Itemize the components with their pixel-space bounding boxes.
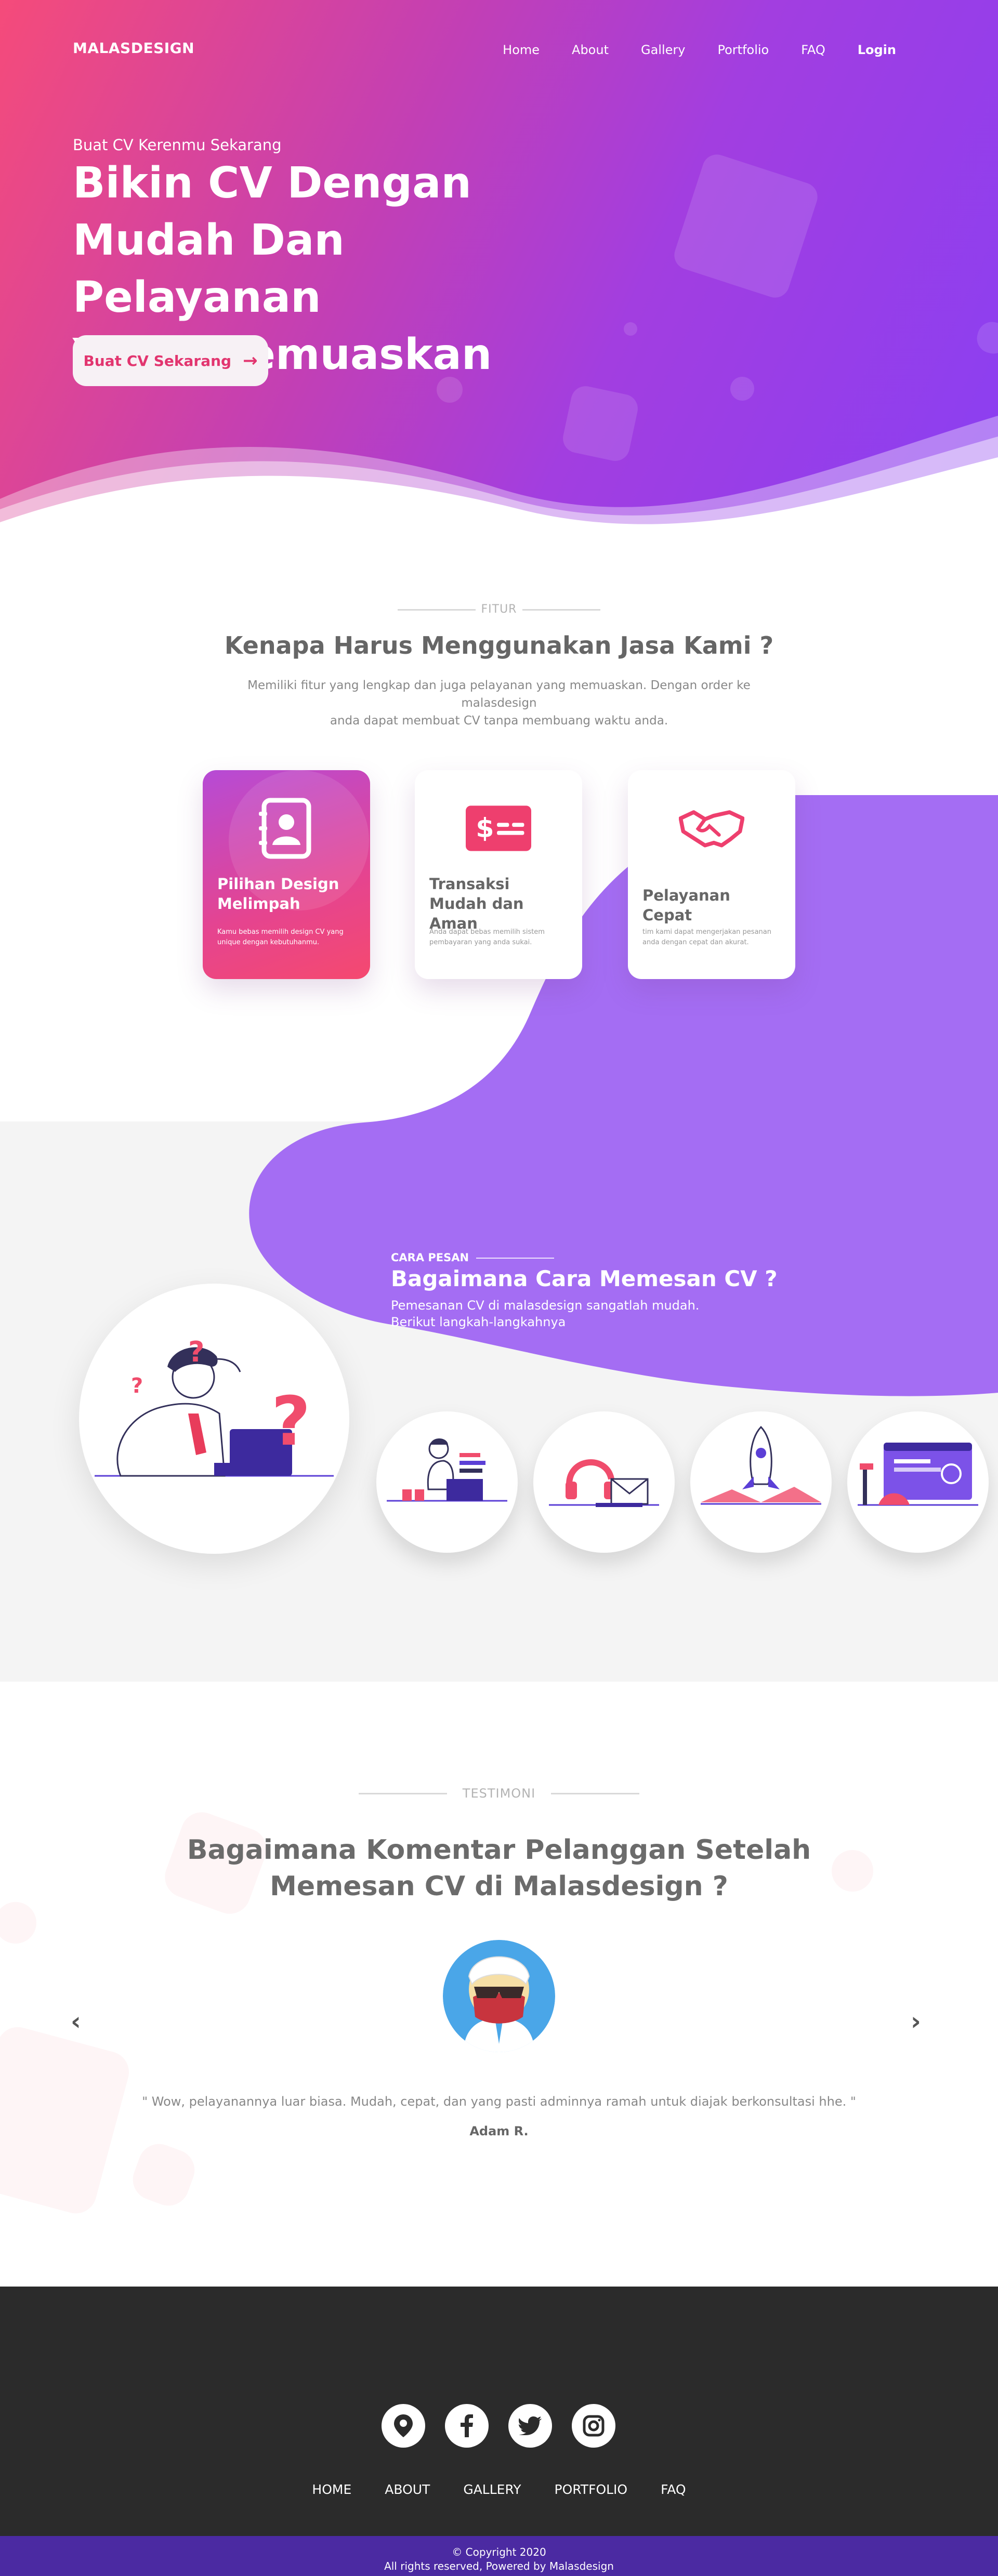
twitter-icon[interactable] — [508, 2404, 552, 2448]
hero-wave — [0, 416, 998, 540]
nav-home[interactable]: Home — [503, 43, 540, 57]
main-menu: Home About Gallery Portfolio FAQ Login — [470, 43, 896, 57]
fitur-description-line: anda dapat membuat CV tanpa membuang wak… — [330, 714, 668, 728]
decorative-square — [127, 2138, 201, 2212]
powered-by-text: All rights reserved, Powered by Malasdes… — [384, 2560, 614, 2572]
svg-text:?: ? — [271, 1382, 310, 1461]
nav-portfolio[interactable]: Portfolio — [717, 43, 769, 57]
feature-card-text: Kamu bebas memilih design CV yang unique… — [217, 928, 344, 946]
step-3-rocket-illustration — [690, 1411, 832, 1553]
location-pin-icon[interactable] — [382, 2404, 425, 2448]
fitur-description-line: Memiliki fitur yang lengkap dan juga pel… — [247, 679, 751, 710]
instagram-icon[interactable] — [572, 2404, 615, 2448]
footer-link-about[interactable]: ABOUT — [385, 2482, 430, 2497]
testimoni-kicker: TESTIMONI — [462, 1786, 536, 1801]
decorative-square — [671, 151, 821, 301]
testimonial-author: Adam R. — [469, 2124, 529, 2138]
footer-link-gallery[interactable]: GALLERY — [463, 2482, 521, 2497]
step-2-message-illustration — [533, 1411, 675, 1553]
feature-card-design[interactable]: Pilihan Design Melimpah Kamu bebas memil… — [203, 770, 370, 979]
hero-title-line: Bikin CV Dengan — [73, 158, 471, 208]
divider — [476, 1258, 554, 1259]
create-cv-button-label: Buat CV Sekarang — [83, 352, 232, 369]
testimoni-title-line: Memesan CV di Malasdesign ? — [270, 1871, 728, 1902]
step-4-website-illustration — [847, 1411, 989, 1553]
handshake-icon — [679, 797, 744, 860]
site-logo[interactable]: MALASDESIGN — [73, 39, 194, 57]
feature-card-transaction[interactable]: $ Transaksi Mudah dan Aman Anda dapat be… — [415, 770, 582, 979]
feature-card-text: Anda dapat bebas memilih sistem pembayar… — [429, 928, 545, 946]
nav-login[interactable]: Login — [858, 43, 896, 57]
svg-text:?: ? — [131, 1374, 143, 1398]
hero-title-line: Mudah Dan Pelayanan — [73, 216, 345, 322]
cara-description: Pemesanan CV di malasdesign sangatlah mu… — [391, 1297, 703, 1330]
svg-text:?: ? — [188, 1336, 204, 1368]
customer-avatar — [443, 1940, 555, 2052]
decorative-square — [622, 321, 639, 337]
cara-description-line: Berikut langkah-langkahnya — [391, 1315, 566, 1329]
money-card-icon: $ — [466, 797, 531, 860]
feature-card-title: Transaksi Mudah dan Aman — [429, 875, 524, 932]
feature-card-text: tim kami dapat mengerjakan pesanan anda … — [642, 928, 771, 946]
hero-subtitle: Buat CV Kerenmu Sekarang — [73, 136, 282, 154]
confused-person-illustration: ? ? ? — [79, 1284, 349, 1554]
arrow-right-icon: → — [243, 350, 258, 371]
fitur-description: Memiliki fitur yang lengkap dan juga pel… — [208, 677, 790, 730]
feature-card-title: Pilihan Design Melimpah — [217, 875, 339, 913]
copyright-bar: © Copyright 2020 All rights reserved, Po… — [0, 2536, 998, 2576]
decorative-square — [0, 2022, 134, 2218]
nav-about[interactable]: About — [572, 43, 609, 57]
feature-card-title: Pelayanan Cepat — [642, 887, 730, 924]
cara-title: Bagaimana Cara Memesan CV ? — [391, 1266, 778, 1291]
testimoni-title-line: Bagaimana Komentar Pelanggan Setelah — [187, 1834, 811, 1866]
footer — [0, 2287, 998, 2536]
nav-gallery[interactable]: Gallery — [641, 43, 685, 57]
copyright-text: © Copyright 2020 — [452, 2546, 546, 2558]
testimonial-quote: " Wow, pelayanannya luar biasa. Mudah, c… — [142, 2094, 856, 2109]
footer-link-portfolio[interactable]: PORTFOLIO — [555, 2482, 628, 2497]
facebook-icon[interactable] — [445, 2404, 489, 2448]
cara-kicker: CARA PESAN — [391, 1251, 469, 1264]
footer-link-faq[interactable]: FAQ — [661, 2482, 686, 2497]
top-navbar: MALASDESIGN Home About Gallery Portfolio… — [0, 0, 998, 104]
chevron-left-icon[interactable]: ‹ — [71, 2007, 81, 2036]
feature-card-service[interactable]: Pelayanan Cepat tim kami dapat mengerjak… — [628, 770, 795, 979]
footer-link-home[interactable]: HOME — [312, 2482, 351, 2497]
hero-section: MALASDESIGN Home About Gallery Portfolio… — [0, 0, 998, 540]
fitur-kicker: FITUR — [481, 603, 517, 616]
nav-faq[interactable]: FAQ — [801, 43, 825, 57]
decorative-square — [974, 319, 998, 357]
chevron-right-icon[interactable]: › — [911, 2007, 921, 2036]
testimoni-title: Bagaimana Komentar Pelanggan Setelah Mem… — [0, 1832, 998, 1905]
cara-description-line: Pemesanan CV di malasdesign sangatlah mu… — [391, 1298, 700, 1313]
create-cv-button[interactable]: Buat CV Sekarang → — [73, 335, 268, 386]
step-1-order-illustration — [376, 1411, 518, 1553]
contact-book-icon — [254, 797, 319, 860]
svg-text:$: $ — [476, 812, 494, 843]
fitur-title: Kenapa Harus Menggunakan Jasa Kami ? — [224, 631, 774, 659]
footer-menu: HOME ABOUT GALLERY PORTFOLIO FAQ — [0, 2482, 998, 2497]
